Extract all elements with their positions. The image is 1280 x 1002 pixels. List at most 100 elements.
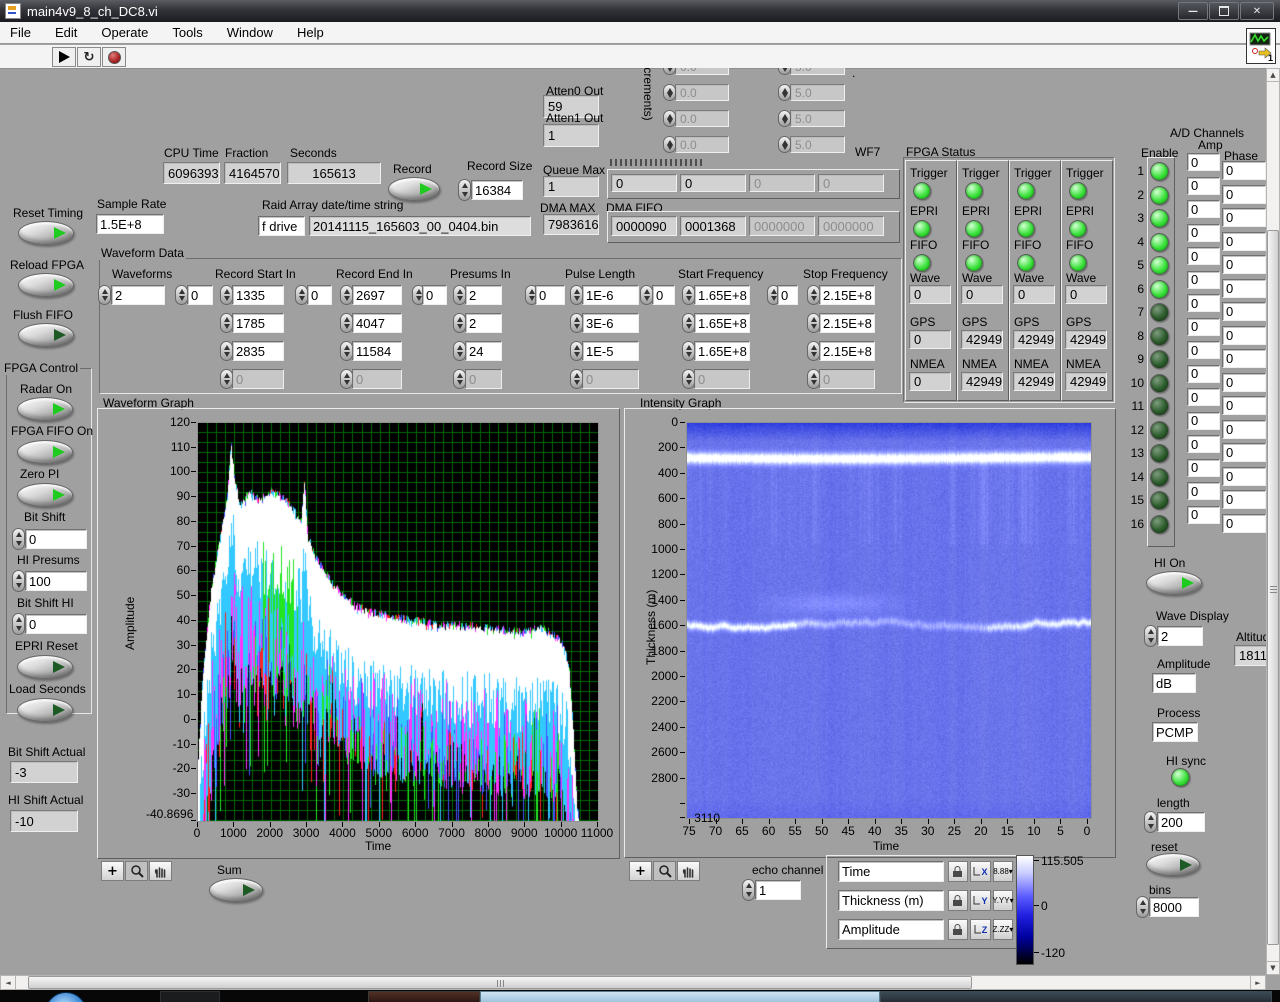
menu-tools[interactable]: Tools bbox=[172, 25, 202, 40]
run-button[interactable] bbox=[52, 47, 76, 67]
wf7-cell-spinner[interactable] bbox=[778, 84, 791, 101]
cell-input[interactable]: 0 bbox=[232, 369, 284, 389]
cell-input[interactable]: 2.15E+8 bbox=[819, 341, 875, 361]
scroll-up-button[interactable]: ▲ bbox=[1266, 68, 1280, 82]
enable-led[interactable] bbox=[1150, 491, 1169, 510]
amp-input[interactable]: 0 bbox=[1187, 341, 1220, 359]
cell-input[interactable]: 0 bbox=[694, 369, 750, 389]
enable-led[interactable] bbox=[1150, 420, 1169, 440]
maximize-button[interactable] bbox=[1209, 2, 1239, 20]
scroll-down-button[interactable]: ▼ bbox=[1266, 961, 1280, 975]
cursor-tool-button[interactable]: + bbox=[629, 861, 652, 881]
phase-input[interactable]: 0 bbox=[1222, 396, 1266, 415]
enable-led[interactable] bbox=[1150, 232, 1169, 252]
cursor-tool-button[interactable]: + bbox=[101, 861, 124, 881]
zoom-tool-button[interactable] bbox=[125, 861, 148, 881]
length-input[interactable]: 200 bbox=[1157, 812, 1205, 832]
wf7-cell-spinner[interactable] bbox=[778, 110, 791, 127]
axis-format-button[interactable]: Z.ZZ▾ bbox=[993, 919, 1013, 940]
amp-input[interactable]: 0 bbox=[1187, 388, 1220, 406]
phase-input[interactable]: 0 bbox=[1222, 231, 1266, 251]
raid-drive-input[interactable]: f drive bbox=[258, 216, 305, 236]
wave-display-spinner[interactable] bbox=[1144, 625, 1157, 647]
cell-input[interactable]: 3E-6 bbox=[582, 313, 639, 333]
close-button[interactable]: ✕ bbox=[1240, 2, 1274, 20]
wf7-cell[interactable]: 5.0 bbox=[790, 68, 845, 75]
hi-presums-input[interactable]: 100 bbox=[25, 571, 87, 591]
amp-input[interactable]: 0 bbox=[1187, 200, 1220, 218]
record-size-spinner[interactable] bbox=[458, 179, 471, 201]
load-seconds-switch[interactable] bbox=[17, 698, 73, 722]
cell-input[interactable]: 1E-5 bbox=[582, 341, 639, 361]
cell-input[interactable]: 0 bbox=[465, 369, 502, 389]
array-index-input[interactable]: 0 bbox=[422, 285, 447, 305]
cell-input[interactable]: 1E-6 bbox=[582, 285, 639, 305]
axis-scale-button[interactable]: Z bbox=[970, 919, 991, 940]
enable-led[interactable] bbox=[1150, 303, 1169, 322]
wf7-cell[interactable]: 5.0 bbox=[790, 110, 845, 127]
phase-input[interactable]: 0 bbox=[1222, 184, 1266, 204]
axis-format-button[interactable]: Y.YY▾ bbox=[992, 890, 1014, 911]
bit-shift-hi-spinner[interactable] bbox=[12, 613, 25, 635]
bit-shift-spinner[interactable] bbox=[12, 528, 25, 550]
cell-input[interactable]: 1335 bbox=[232, 285, 284, 305]
cell-input[interactable]: 0 bbox=[819, 369, 875, 389]
phase-input[interactable]: 0 bbox=[1222, 349, 1266, 368]
echo-channel-input[interactable]: 1 bbox=[755, 880, 801, 900]
enable-led[interactable] bbox=[1150, 397, 1169, 416]
waveforms-input[interactable]: 2 bbox=[111, 285, 165, 305]
taskbar-button[interactable] bbox=[480, 991, 880, 1002]
pan-tool-button[interactable] bbox=[677, 861, 700, 881]
amp-input[interactable]: 0 bbox=[1187, 223, 1220, 242]
zero-pi-switch[interactable] bbox=[17, 483, 73, 507]
menu-help[interactable]: Help bbox=[297, 25, 324, 40]
amp-input[interactable]: 0 bbox=[1187, 482, 1220, 500]
array-index-input[interactable]: 0 bbox=[535, 285, 565, 305]
amp-input[interactable]: 0 bbox=[1187, 153, 1220, 171]
amp-input[interactable]: 0 bbox=[1187, 247, 1220, 265]
increments-cell-spinner[interactable] bbox=[663, 84, 676, 101]
increments-cell[interactable]: 0.0 bbox=[675, 84, 729, 101]
enable-led[interactable] bbox=[1150, 444, 1169, 463]
increments-cell[interactable]: 0.0 bbox=[675, 110, 729, 127]
enable-led[interactable] bbox=[1150, 279, 1169, 299]
process-input[interactable]: PCMP bbox=[1152, 722, 1198, 742]
menu-file[interactable]: File bbox=[10, 25, 31, 40]
axis-name-input[interactable]: Thickness (m) bbox=[838, 890, 944, 911]
cell-input[interactable]: 1.65E+8 bbox=[694, 313, 750, 333]
increments-cell-spinner[interactable] bbox=[663, 136, 676, 153]
taskbar-button[interactable] bbox=[160, 991, 220, 1002]
hi-on-switch[interactable] bbox=[1146, 571, 1202, 595]
enable-led[interactable] bbox=[1150, 162, 1169, 181]
amp-input[interactable]: 0 bbox=[1187, 458, 1220, 477]
axis-scale-button[interactable]: Y bbox=[970, 890, 991, 911]
start-orb[interactable] bbox=[45, 992, 87, 1002]
fpga-fifo-on-switch[interactable] bbox=[17, 440, 73, 464]
phase-input[interactable]: 0 bbox=[1222, 372, 1266, 392]
cell-input[interactable]: 2.15E+8 bbox=[819, 285, 875, 305]
axis-name-input[interactable]: Time bbox=[838, 861, 944, 882]
menu-edit[interactable]: Edit bbox=[55, 25, 77, 40]
hi-presums-spinner[interactable] bbox=[12, 570, 25, 592]
minimize-button[interactable]: — bbox=[1178, 2, 1208, 20]
axis-name-input[interactable]: Amplitude bbox=[838, 919, 944, 940]
array-index-input[interactable]: 0 bbox=[307, 285, 332, 305]
phase-input[interactable]: 0 bbox=[1222, 325, 1266, 345]
phase-input[interactable]: 0 bbox=[1222, 255, 1266, 274]
amp-input[interactable]: 0 bbox=[1187, 411, 1220, 430]
cell-input[interactable]: 0 bbox=[352, 369, 402, 389]
epri-reset-switch[interactable] bbox=[17, 655, 73, 679]
phase-input[interactable]: 0 bbox=[1222, 490, 1266, 509]
wave-display-input[interactable]: 2 bbox=[1157, 626, 1203, 646]
enable-led[interactable] bbox=[1150, 256, 1169, 275]
array-index-input[interactable]: 0 bbox=[777, 285, 798, 305]
bins-spinner[interactable] bbox=[1136, 896, 1149, 918]
phase-input[interactable]: 0 bbox=[1222, 161, 1266, 180]
taskbar-button[interactable] bbox=[368, 991, 480, 1002]
scroll-left-button[interactable]: ◄ bbox=[0, 975, 16, 990]
bit-shift-input[interactable]: 0 bbox=[25, 529, 87, 549]
lock-icon[interactable] bbox=[948, 861, 968, 882]
hi-sync-led[interactable] bbox=[1171, 768, 1190, 787]
enable-led[interactable] bbox=[1150, 185, 1169, 205]
amp-input[interactable]: 0 bbox=[1187, 176, 1220, 195]
